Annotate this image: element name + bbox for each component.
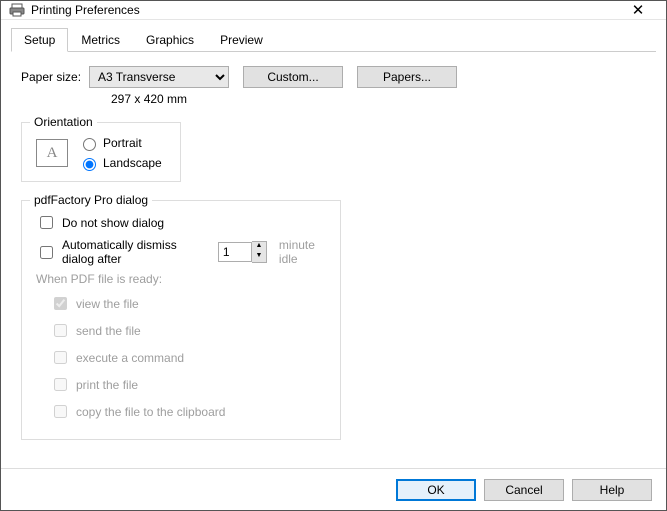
printer-icon (9, 2, 25, 18)
paper-size-select[interactable]: A3 Transverse (89, 66, 229, 88)
auto-dismiss-checkbox[interactable] (40, 246, 53, 259)
titlebar: Printing Preferences ✕ (1, 1, 666, 20)
spin-down-icon[interactable]: ▼ (252, 252, 266, 262)
portrait-text: Portrait (103, 136, 142, 150)
view-file-label: view the file (76, 297, 139, 311)
execute-checkbox (54, 351, 67, 364)
view-file-checkbox (54, 297, 67, 310)
pdf-dialog-group: pdfFactory Pro dialog Do not show dialog… (21, 200, 341, 440)
dialog-footer: OK Cancel Help (1, 468, 666, 511)
minutes-input[interactable] (218, 242, 252, 262)
orientation-legend: Orientation (30, 115, 97, 129)
landscape-text: Landscape (103, 156, 162, 170)
tab-setup[interactable]: Setup (11, 28, 68, 52)
tab-graphics[interactable]: Graphics (133, 28, 207, 52)
when-ready-label: When PDF file is ready: (36, 272, 326, 286)
papers-button[interactable]: Papers... (357, 66, 457, 88)
print-file-checkbox (54, 378, 67, 391)
tab-preview[interactable]: Preview (207, 28, 276, 52)
copy-clipboard-label: copy the file to the clipboard (76, 405, 225, 419)
landscape-radio-label[interactable]: Landscape (78, 155, 162, 171)
execute-label: execute a command (76, 351, 184, 365)
close-button[interactable]: ✕ (618, 1, 658, 19)
landscape-radio[interactable] (83, 158, 96, 171)
portrait-radio[interactable] (83, 138, 96, 151)
window-title: Printing Preferences (31, 3, 618, 17)
paper-dimensions: 297 x 420 mm (111, 92, 646, 106)
tab-metrics[interactable]: Metrics (68, 28, 133, 52)
cancel-button[interactable]: Cancel (484, 479, 564, 501)
pdf-legend: pdfFactory Pro dialog (30, 193, 152, 207)
minute-idle-label: minute idle (279, 238, 326, 266)
custom-button[interactable]: Custom... (243, 66, 343, 88)
tab-strip: Setup Metrics Graphics Preview (1, 20, 666, 52)
orientation-group: Orientation A Portrait Landscape (21, 122, 181, 182)
spin-up-icon[interactable]: ▲ (252, 242, 266, 252)
printing-preferences-window: Printing Preferences ✕ Setup Metrics Gra… (0, 0, 667, 511)
help-button[interactable]: Help (572, 479, 652, 501)
print-file-label: print the file (76, 378, 138, 392)
setup-panel: Paper size: A3 Transverse Custom... Pape… (1, 52, 666, 468)
paper-size-row: Paper size: A3 Transverse Custom... Pape… (21, 66, 646, 88)
do-not-show-checkbox[interactable] (40, 216, 53, 229)
auto-dismiss-label: Automatically dismiss dialog after (62, 238, 206, 266)
do-not-show-label: Do not show dialog (62, 216, 164, 230)
send-file-label: send the file (76, 324, 141, 338)
minutes-spinner[interactable]: ▲ ▼ (218, 241, 267, 263)
paper-size-label: Paper size: (21, 70, 89, 84)
page-icon: A (36, 139, 68, 167)
copy-clipboard-checkbox (54, 405, 67, 418)
ok-button[interactable]: OK (396, 479, 476, 501)
portrait-radio-label[interactable]: Portrait (78, 135, 162, 151)
send-file-checkbox (54, 324, 67, 337)
